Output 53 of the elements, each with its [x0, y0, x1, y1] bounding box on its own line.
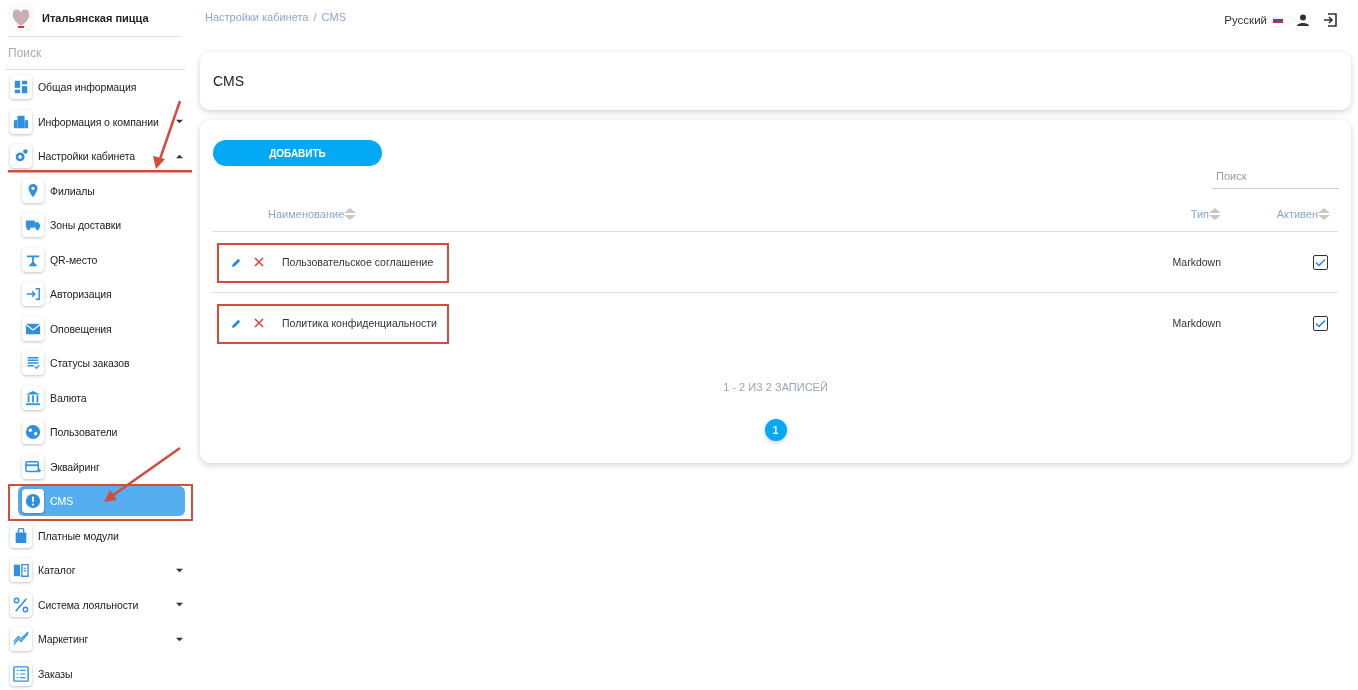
edit-icon[interactable]: [231, 317, 242, 329]
menu-item[interactable]: Валюта: [18, 382, 185, 413]
menu-item[interactable]: Система лояльности: [10, 589, 185, 620]
alert-icon: [25, 493, 41, 510]
list-icon: [13, 665, 29, 682]
bank-icon: [25, 389, 41, 406]
caret-icon: [176, 118, 183, 126]
card-icon: [25, 458, 41, 475]
delete-icon[interactable]: [254, 318, 264, 328]
checkbox[interactable]: [1313, 315, 1328, 331]
percent-icon: [13, 596, 29, 613]
menu-item[interactable]: Пользователи: [18, 417, 185, 448]
records-summary: 1 - 2 ИЗ 2 ЗАПИСЕЙ: [723, 381, 828, 393]
language-selector[interactable]: Русский: [1224, 14, 1267, 26]
menu-item[interactable]: Статусы заказов: [18, 348, 185, 379]
menu-item[interactable]: Маркетинг: [10, 624, 185, 655]
menu-item[interactable]: Заказы: [10, 658, 185, 689]
table-cell: Markdown: [1172, 317, 1221, 329]
menu-item[interactable]: Зоны доставки: [18, 210, 185, 241]
menu-item[interactable]: Филиалы: [18, 175, 185, 206]
menu-item[interactable]: Авторизация: [18, 279, 185, 310]
table-cell: Пользовательское соглашение: [282, 256, 434, 268]
menu-item[interactable]: Общая информация: [10, 72, 185, 103]
brand-name: Итальянская пицца: [42, 12, 149, 24]
building-icon: [13, 113, 29, 130]
dashboard-icon: [13, 79, 29, 96]
caret-icon: [176, 152, 183, 160]
table-cell: Политика конфиденциальности: [282, 317, 437, 329]
delete-icon[interactable]: [254, 257, 264, 267]
checkbox[interactable]: [1313, 254, 1328, 270]
bag-icon: [13, 527, 29, 544]
menu-item[interactable]: QR-место: [18, 244, 185, 275]
page-title: CMS: [213, 73, 245, 89]
flag-icon: [1273, 17, 1283, 23]
edit-icon[interactable]: [231, 256, 242, 268]
globe-icon: [25, 424, 41, 441]
table-cell: Markdown: [1172, 256, 1221, 268]
list-icon: [25, 355, 41, 372]
breadcrumb-separator: /: [313, 11, 317, 23]
caret-icon: [176, 635, 183, 643]
caret-icon: [176, 601, 183, 609]
menu-item[interactable]: Платные модули: [10, 520, 185, 551]
logout-icon[interactable]: [1323, 13, 1337, 27]
login-icon: [25, 286, 41, 303]
book-icon: [13, 562, 29, 579]
search-field[interactable]: Поиск: [5, 37, 185, 70]
caret-icon: [176, 566, 183, 574]
user-icon[interactable]: [1297, 14, 1309, 26]
menu-item[interactable]: Эквайринг: [18, 451, 185, 482]
menu-item[interactable]: Каталог: [10, 555, 185, 586]
menu-item[interactable]: Информация о компании: [10, 106, 185, 137]
chart-icon: [13, 631, 29, 648]
menu-item[interactable]: Оповещения: [18, 313, 185, 344]
